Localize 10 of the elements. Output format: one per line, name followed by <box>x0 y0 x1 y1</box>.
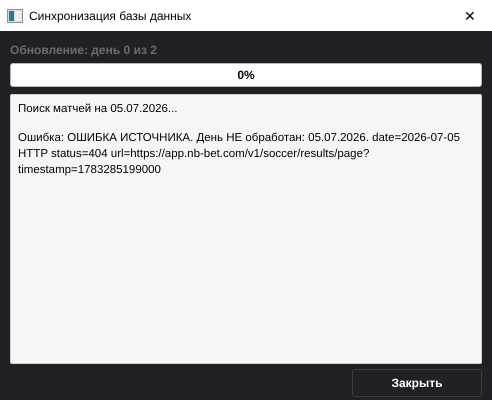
close-button[interactable]: ✕ <box>455 8 485 22</box>
progress-reading: 0% <box>237 67 255 84</box>
log-line: HTTP status=404 url=https://app.nb-bet.com/v1/soccer/results/page? <box>18 147 370 162</box>
close-dialog-button[interactable]: Закрыть <box>352 369 482 397</box>
log-line: timestamp=1783285199000 <box>18 163 162 178</box>
log-line: Поиск матчей на 05.07.2026... <box>18 102 178 117</box>
log-line: Ошибка: ОШИБКА ИСТОЧНИКА. День НЕ обработан: 05.07.2026. date=2026-07-05 <box>18 131 462 146</box>
app-icon <box>7 8 23 22</box>
window-title: Синхронизация базы данных <box>29 8 192 24</box>
status-label: Обновление: день 0 из 2 <box>10 42 158 58</box>
